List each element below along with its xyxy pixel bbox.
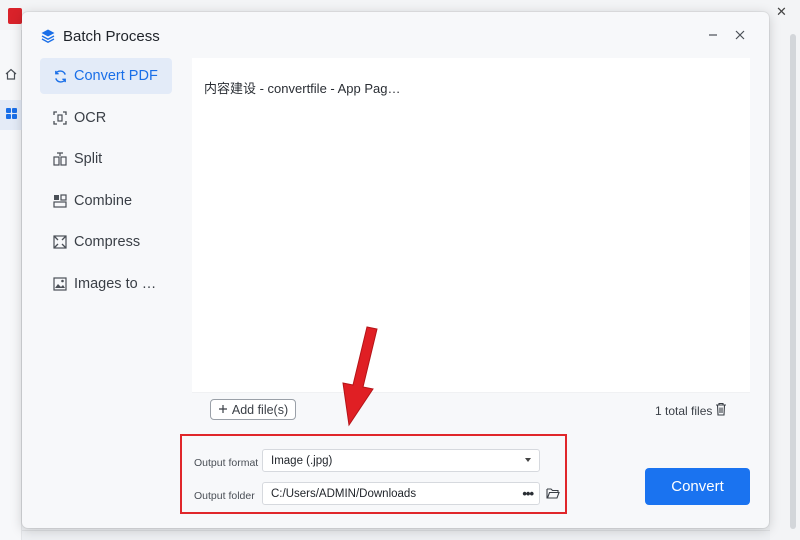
nav-item-ocr[interactable]: OCR	[40, 100, 172, 136]
total-files-count: 1 total files	[655, 404, 713, 418]
minimize-icon	[709, 34, 717, 36]
ocr-icon	[52, 110, 68, 126]
tools-tab[interactable]	[0, 100, 22, 130]
combine-icon	[52, 193, 68, 209]
nav-item-images-to[interactable]: Images to …	[40, 266, 172, 302]
split-icon	[52, 151, 68, 167]
background-divider	[22, 530, 770, 531]
nav-item-split[interactable]: Split	[40, 141, 172, 177]
output-format-value: Image (.jpg)	[271, 454, 333, 467]
convert-button[interactable]: Convert	[645, 468, 750, 505]
close-icon	[735, 30, 745, 40]
file-list-item[interactable]: 内容建设 - convertfile - App Pag…	[204, 78, 401, 97]
output-folder-value: C:/Users/ADMIN/Downloads	[271, 487, 417, 500]
compress-icon	[52, 234, 68, 250]
add-files-button[interactable]: Add file(s)	[210, 399, 296, 420]
output-settings-highlight: Output format Image (.jpg) Output folder…	[180, 434, 567, 514]
app-logo-icon	[8, 8, 22, 24]
tool-nav: Convert PDF OCR Split Combine Compress I…	[40, 58, 172, 307]
nav-item-label: Convert PDF	[74, 68, 158, 84]
output-folder-label: Output folder	[194, 490, 255, 502]
nav-item-combine[interactable]: Combine	[40, 183, 172, 219]
nav-item-compress[interactable]: Compress	[40, 224, 172, 260]
open-folder-icon[interactable]	[546, 486, 560, 499]
red-arrow-annotation	[342, 326, 378, 427]
images-icon	[52, 276, 68, 292]
browse-more-button[interactable]: •••	[522, 486, 534, 501]
output-format-select[interactable]: Image (.jpg)	[262, 449, 540, 472]
home-icon[interactable]	[5, 68, 17, 83]
dialog-title: Batch Process	[63, 27, 160, 45]
output-folder-field[interactable]: C:/Users/ADMIN/Downloads •••	[262, 482, 540, 505]
convert-icon	[52, 68, 68, 84]
file-list-footer: Add file(s) 1 total files	[192, 392, 750, 428]
nav-item-label: Split	[74, 151, 103, 167]
file-list-panel: 内容建设 - convertfile - App Pag… Add file(s…	[192, 58, 750, 428]
background-scrollbar[interactable]	[790, 34, 796, 529]
minimize-button[interactable]	[702, 24, 724, 46]
dialog-title-bar: Batch Process	[40, 26, 160, 46]
nav-item-label: OCR	[74, 109, 107, 126]
layers-icon	[40, 28, 56, 44]
plus-icon	[218, 403, 228, 417]
nav-item-label: Images to …	[74, 275, 157, 292]
add-files-label: Add file(s)	[231, 402, 289, 417]
nav-item-label: Compress	[74, 234, 141, 250]
chevron-down-icon	[525, 458, 531, 462]
close-button[interactable]	[729, 24, 751, 46]
background-close-icon[interactable]: ✕	[776, 4, 787, 20]
output-format-label: Output format	[194, 457, 259, 469]
nav-item-convert-pdf[interactable]: Convert PDF	[40, 58, 172, 94]
batch-process-dialog: Batch Process Convert PDF OCR Split Comb…	[22, 12, 769, 528]
trash-icon[interactable]	[715, 402, 727, 416]
grid-icon	[6, 108, 18, 120]
nav-item-label: Combine	[74, 192, 133, 209]
